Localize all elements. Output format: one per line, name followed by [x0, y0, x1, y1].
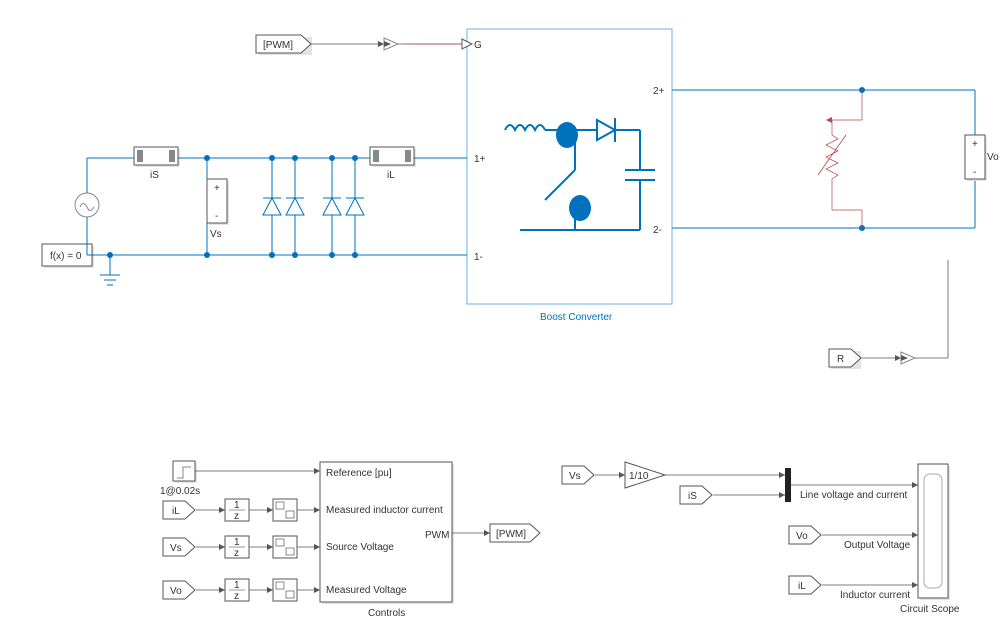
step-label: 1@0.02s	[160, 486, 200, 497]
port-2plus-label: 2+	[653, 86, 665, 97]
svg-text:z: z	[234, 591, 239, 602]
diode-pair-1[interactable]	[263, 158, 304, 255]
controls-title: Controls	[368, 608, 405, 619]
variable-resistor-block[interactable]	[818, 90, 862, 228]
dtc-block-1[interactable]	[384, 38, 398, 50]
Vo-meas-label: Vo	[987, 152, 999, 163]
rate-iL[interactable]	[273, 499, 297, 521]
from-Vs-block[interactable]: Vs	[163, 538, 195, 556]
svg-text:iL: iL	[798, 581, 806, 592]
controls-pwm-label: PWM	[425, 530, 449, 541]
port-2minus-label: 2-	[653, 225, 662, 236]
step-block[interactable]: 1@0.02s	[160, 461, 200, 497]
scope-ind-i-label: Inductor current	[840, 590, 910, 601]
svg-text:1: 1	[234, 500, 240, 511]
port-1minus-label: 1-	[474, 252, 483, 263]
iS-meas-label: iS	[150, 170, 159, 181]
iL-meas-label: iL	[387, 170, 395, 181]
gain-label: 1/10	[629, 471, 649, 482]
svg-text:-: -	[973, 167, 976, 178]
controls-ind-label: Measured inductor current	[326, 505, 443, 516]
gain-block[interactable]: 1/10	[625, 462, 665, 488]
svg-text:+: +	[214, 183, 220, 194]
pwm-goto-block[interactable]: [PWM]	[490, 524, 540, 542]
svg-text:-: -	[215, 211, 218, 222]
rate-Vo[interactable]	[273, 579, 297, 601]
delay-iL[interactable]: 1 z	[225, 499, 249, 522]
diode-pair-2[interactable]	[323, 158, 364, 255]
scope-from-Vo[interactable]: Vo	[789, 526, 821, 544]
scope-from-iL[interactable]: iL	[789, 576, 821, 594]
ground-block[interactable]	[100, 255, 120, 285]
svg-text:iS: iS	[688, 491, 697, 502]
solver-label: f(x) = 0	[50, 251, 82, 262]
iS-meas-block[interactable]: iS	[134, 147, 180, 181]
R-from-label: R	[837, 354, 844, 365]
svg-text:Vs: Vs	[569, 471, 581, 482]
from-Vo-block[interactable]: Vo	[163, 581, 195, 599]
svg-text:z: z	[234, 548, 239, 559]
mux-block[interactable]	[785, 468, 791, 502]
controls-block[interactable]: Reference [pu] Measured inductor current…	[320, 462, 454, 619]
svg-text:1: 1	[234, 537, 240, 548]
scope-from-iS[interactable]: iS	[680, 486, 712, 504]
delay-Vo[interactable]: 1 z	[225, 579, 249, 602]
svg-text:iL: iL	[172, 506, 180, 517]
from-iL-block[interactable]: iL	[163, 501, 195, 519]
Vs-meas-block[interactable]: + - Vs	[207, 179, 229, 240]
port-g-label: G	[474, 40, 482, 51]
pwm-from-block[interactable]: [PWM]	[256, 35, 312, 55]
boost-converter-label: Boost Converter	[540, 312, 613, 323]
scope-out-v-label: Output Voltage	[844, 540, 911, 551]
svg-text:Vo: Vo	[796, 531, 808, 542]
port-1plus-label: 1+	[474, 154, 486, 165]
dtc-block-2[interactable]	[901, 352, 915, 364]
pwm-goto-label: [PWM]	[496, 529, 526, 540]
svg-text:+: +	[972, 139, 978, 150]
Vs-meas-label: Vs	[210, 229, 222, 240]
controls-measv-label: Measured Voltage	[326, 585, 407, 596]
svg-text:1: 1	[234, 580, 240, 591]
rate-Vs[interactable]	[273, 536, 297, 558]
controls-srcv-label: Source Voltage	[326, 542, 394, 553]
svg-text:z: z	[234, 511, 239, 522]
R-from-block[interactable]: R	[829, 349, 861, 369]
scope-line-vi-label: Line voltage and current	[800, 490, 908, 501]
Vo-meas-block[interactable]: + - Vo	[965, 135, 999, 181]
controls-ref-label: Reference [pu]	[326, 468, 392, 479]
svg-text:Vo: Vo	[170, 586, 182, 597]
ac-source-block[interactable]	[75, 193, 99, 217]
delay-Vs[interactable]: 1 z	[225, 536, 249, 559]
iL-meas-block[interactable]: iL	[370, 147, 416, 181]
solver-block[interactable]: f(x) = 0	[42, 244, 94, 268]
pwm-from-label: [PWM]	[263, 40, 293, 51]
svg-text:Vs: Vs	[170, 543, 182, 554]
boost-converter-block[interactable]: G 1+ 1- 2+ 2- Boost Converter	[462, 29, 672, 323]
scope-title: Circuit Scope	[900, 604, 960, 615]
scope-from-Vs[interactable]: Vs	[562, 466, 594, 484]
